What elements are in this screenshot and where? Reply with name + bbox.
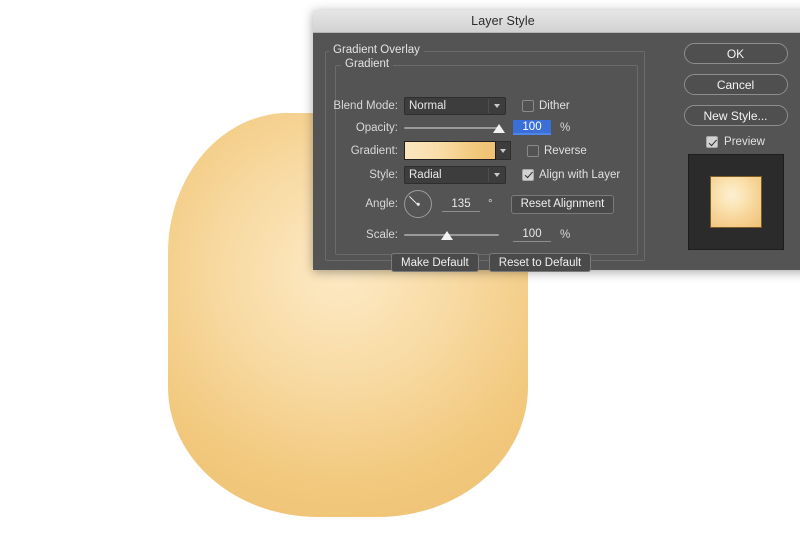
reverse-checkbox[interactable]: Reverse: [527, 144, 587, 157]
cancel-button[interactable]: Cancel: [683, 74, 788, 95]
angle-dial[interactable]: [404, 190, 432, 218]
preview-gradient-square: [709, 176, 762, 228]
select-separator: [488, 98, 489, 113]
angle-unit: °: [488, 198, 493, 210]
layer-style-dialog: Layer Style Gradient Overlay Gradient Bl…: [313, 10, 800, 272]
scale-slider-thumb[interactable]: [440, 230, 453, 240]
preview-label: Preview: [724, 136, 765, 148]
gradient-overlay-group-label: Gradient Overlay: [329, 44, 424, 56]
style-value: Radial: [409, 168, 442, 181]
chevron-down-icon: [494, 172, 500, 177]
angle-input[interactable]: 135: [442, 197, 480, 212]
blend-mode-row: Blend Mode: Normal Dither: [325, 96, 570, 115]
angle-row: Angle: 135 ° Reset Alignment: [325, 189, 615, 219]
chevron-down-icon: [500, 149, 506, 153]
align-with-layer-checkbox[interactable]: Align with Layer: [522, 168, 621, 181]
preview-checkbox-box: [706, 136, 719, 148]
blend-mode-label: Blend Mode:: [333, 99, 398, 112]
scale-input[interactable]: 100: [513, 227, 551, 242]
opacity-input[interactable]: 100: [513, 120, 551, 135]
scale-label: Scale:: [366, 228, 398, 241]
dither-checkbox[interactable]: Dither: [522, 99, 570, 112]
ok-button[interactable]: OK: [683, 43, 788, 64]
align-with-layer-checkbox-box: [522, 168, 534, 181]
scale-row: Scale: 100 %: [325, 225, 570, 244]
opacity-row: Opacity: 100 %: [325, 118, 570, 137]
default-buttons-row: Make Default Reset to Default: [391, 253, 592, 272]
align-with-layer-label: Align with Layer: [539, 168, 621, 181]
gradient-swatch[interactable]: [404, 141, 496, 160]
settings-pane: Gradient Overlay Gradient Blend Mode: No…: [313, 33, 658, 272]
preview-checkbox[interactable]: Preview: [658, 136, 800, 148]
gradient-label: Gradient:: [350, 144, 398, 157]
reset-to-default-button[interactable]: Reset to Default: [488, 253, 592, 272]
blend-mode-value: Normal: [409, 99, 447, 112]
dialog-titlebar[interactable]: Layer Style: [313, 10, 800, 33]
chevron-down-icon: [494, 103, 500, 108]
dialog-body: Gradient Overlay Gradient Blend Mode: No…: [313, 33, 800, 272]
blend-mode-select[interactable]: Normal: [404, 96, 506, 115]
new-style-button[interactable]: New Style...: [683, 105, 788, 126]
opacity-slider[interactable]: [404, 122, 505, 134]
gradient-dropdown-button[interactable]: [496, 141, 511, 160]
gradient-group-label: Gradient: [341, 58, 394, 70]
style-row: Style: Radial Align with Layer: [325, 165, 620, 184]
scale-unit: %: [560, 228, 571, 241]
app-canvas: Layer Style Gradient Overlay Gradient Bl…: [0, 0, 800, 546]
dither-label: Dither: [539, 99, 570, 112]
scale-slider[interactable]: [404, 229, 499, 241]
reverse-checkbox-box: [527, 144, 539, 157]
reverse-label: Reverse: [544, 144, 587, 157]
make-default-button[interactable]: Make Default: [391, 253, 479, 272]
style-label: Style:: [369, 168, 398, 181]
angle-label: Angle:: [365, 198, 398, 210]
opacity-slider-thumb[interactable]: [493, 123, 505, 133]
actions-pane: OK Cancel New Style... Preview: [658, 33, 800, 270]
angle-dial-hub: [416, 202, 420, 206]
dialog-title: Layer Style: [471, 14, 535, 28]
reset-alignment-button[interactable]: Reset Alignment: [510, 194, 615, 214]
opacity-label: Opacity:: [355, 121, 398, 134]
gradient-row: Gradient: Reverse: [325, 141, 587, 160]
dither-checkbox-box: [522, 99, 534, 112]
select-separator: [488, 167, 489, 182]
opacity-slider-track: [404, 126, 499, 129]
gradient-picker[interactable]: [404, 141, 511, 160]
style-select[interactable]: Radial: [404, 165, 506, 184]
preview-thumbnail: [687, 154, 784, 250]
opacity-unit: %: [560, 121, 571, 134]
